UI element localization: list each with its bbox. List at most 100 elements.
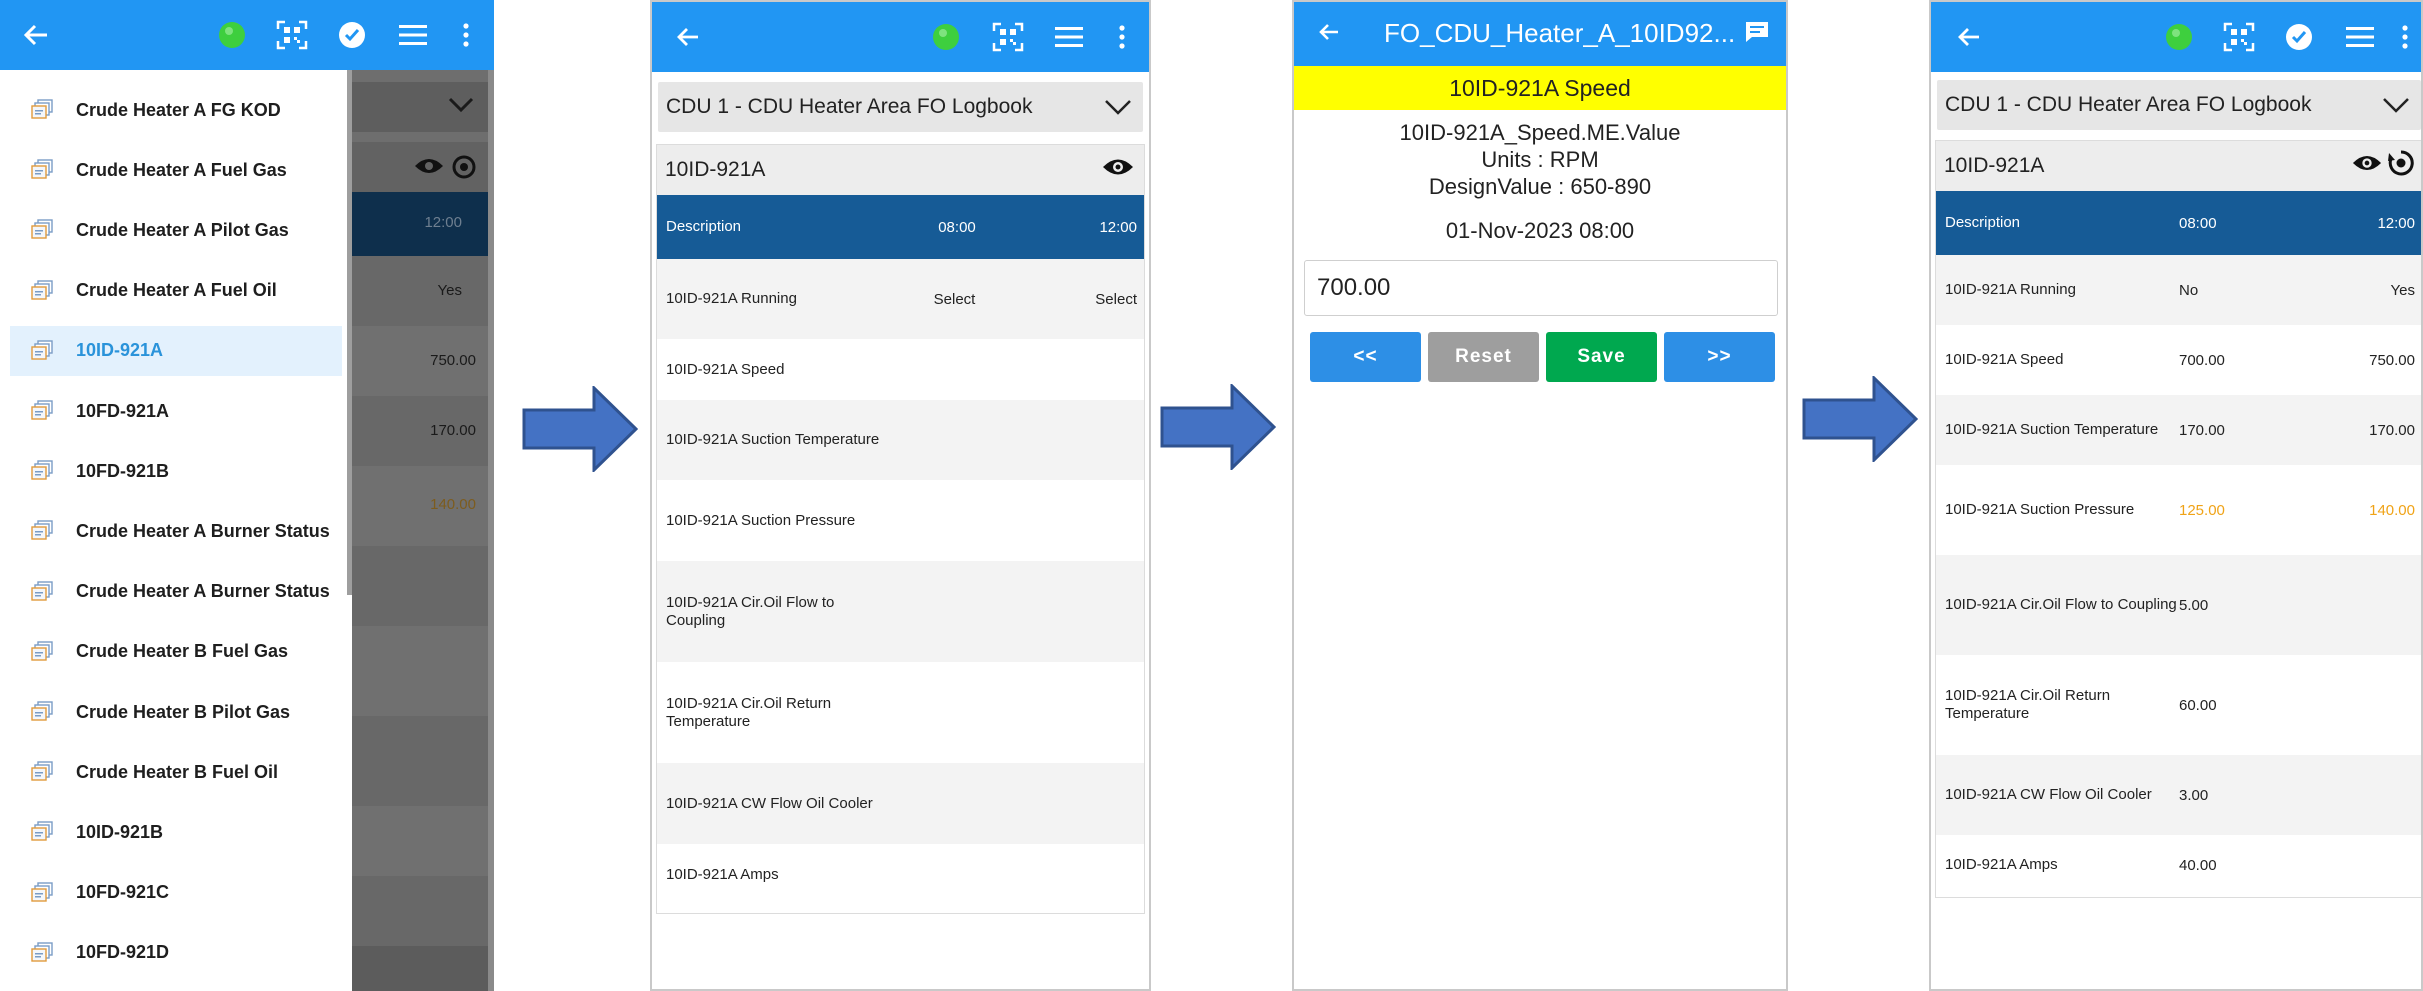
document-stack-icon (10, 459, 76, 483)
table-row[interactable]: 10ID-921A Cir.Oil Return Temperature 60.0… (1936, 655, 2421, 755)
flow-right-arrow-icon (522, 384, 639, 477)
logbook-dropdown[interactable]: CDU 1 - CDU Heater Area FO Logbook (1937, 80, 2421, 130)
drawer-item[interactable]: Crude Heater A Pilot Gas (10, 205, 342, 255)
drawer-item[interactable]: 10ID-921B (10, 807, 342, 857)
sync-gear-icon[interactable] (2388, 150, 2414, 182)
row-value-08[interactable]: 40.00 (2179, 857, 2259, 874)
drawer-item[interactable]: Crude Heater A Fuel Oil (10, 266, 342, 316)
eye-icon[interactable] (2352, 152, 2382, 180)
hamburger-menu-icon[interactable] (1052, 2, 1086, 72)
row-value-12[interactable]: Select (1022, 291, 1137, 308)
row-description: 10ID-921A CW Flow Oil Cooler (666, 794, 873, 812)
table-row[interactable]: 10ID-921A Cir.Oil Return Temperature (657, 662, 1144, 763)
row-value-08[interactable]: No (2179, 282, 2259, 299)
drawer-item[interactable]: 10FD-921C (10, 868, 342, 918)
table-row[interactable]: 10ID-921A Running No Yes (1936, 255, 2421, 325)
reset-button[interactable]: Reset (1428, 332, 1539, 382)
back-arrow-icon[interactable] (1951, 2, 1987, 72)
reading-datetime: 01-Nov-2023 08:00 (1445, 218, 1635, 243)
table-row[interactable]: 10ID-921A Running Select Select (657, 259, 1144, 339)
drawer-scrollbar[interactable] (347, 70, 352, 595)
table-row[interactable]: 10ID-921A Suction Pressure 125.00 140.00 (1936, 465, 2421, 555)
row-value-08[interactable]: 700.00 (2179, 352, 2259, 369)
hamburger-menu-icon[interactable] (2343, 2, 2377, 72)
table-row[interactable]: 10ID-921A Amps 40.00 (1936, 835, 2421, 895)
drawer-item[interactable]: Crude Heater A Burner Status (10, 506, 342, 556)
row-description: 10ID-921A Speed (666, 360, 785, 378)
comment-icon[interactable] (1740, 2, 1774, 62)
more-vertical-icon[interactable] (1112, 2, 1132, 72)
document-stack-icon (10, 881, 76, 905)
table-row[interactable]: 10ID-921A CW Flow Oil Cooler (657, 763, 1144, 844)
drawer-item[interactable]: Crude Heater A FG KOD (10, 85, 342, 135)
document-stack-icon (10, 580, 76, 604)
value-input[interactable]: 700.00 (1304, 260, 1778, 316)
table-row[interactable]: 10ID-921A Cir.Oil Flow to Coupling (657, 561, 1144, 662)
screen-logbook-filled: CDU 1 - CDU Heater Area FO Logbook 10ID-… (1929, 0, 2423, 991)
row-value-08[interactable]: 60.00 (2179, 697, 2259, 714)
table-row[interactable]: 10ID-921A Suction Temperature 170.00 170.0… (1936, 395, 2421, 465)
table-row[interactable]: 10ID-921A Suction Temperature (657, 400, 1144, 480)
row-value-08[interactable]: 3.00 (2179, 787, 2259, 804)
dimmed-value: 140.00 (430, 496, 476, 513)
save-button[interactable]: Save (1546, 332, 1657, 382)
hamburger-menu-icon[interactable] (396, 0, 430, 70)
dimmed-row (352, 546, 488, 626)
drawer-item[interactable]: Crude Heater B Pilot Gas (10, 687, 342, 737)
table-row[interactable]: 10ID-921A Amps (657, 844, 1144, 905)
header-description: Description (1945, 214, 2021, 231)
drawer-item[interactable]: 10FD-921D (10, 928, 342, 978)
more-vertical-icon[interactable] (456, 0, 476, 70)
check-circle-icon[interactable] (2283, 2, 2315, 72)
back-arrow-icon[interactable] (1312, 2, 1346, 62)
qr-code-icon[interactable] (274, 0, 310, 70)
logbook-dropdown[interactable]: CDU 1 - CDU Heater Area FO Logbook (658, 82, 1143, 132)
drawer-item[interactable]: 10ID-921A (10, 325, 342, 376)
back-arrow-icon[interactable] (14, 0, 58, 70)
drawer-item[interactable]: 10FD-921A (10, 386, 342, 436)
drawer-item[interactable]: Crude Heater A Burner Status (10, 567, 342, 617)
row-value-08[interactable]: 125.00 (2179, 502, 2259, 519)
row-value-08[interactable]: 170.00 (2179, 422, 2259, 439)
parameter-units: Units : RPM (1481, 147, 1599, 172)
back-arrow-icon[interactable] (668, 2, 708, 72)
app-bar: FO_CDU_Heater_A_10ID92... (1294, 2, 1786, 66)
screen-logbook-empty: CDU 1 - CDU Heater Area FO Logbook 10ID-… (650, 0, 1151, 991)
dimmed-logbook-background[interactable]: 12:00 Yes 750.00 170.00 140.00 (352, 70, 494, 991)
table-row[interactable]: 10ID-921A CW Flow Oil Cooler 3.00 (1936, 755, 2421, 835)
table-row[interactable]: 10ID-921A Cir.Oil Flow to Coupling 5.00 (1936, 555, 2421, 655)
dimmed-row: 170.00 (352, 396, 488, 466)
drawer-item[interactable]: Crude Heater B Fuel Gas (10, 627, 342, 677)
row-value-12[interactable]: 170.00 (2259, 422, 2415, 439)
dimmed-row (352, 716, 488, 806)
previous-button[interactable]: << (1310, 332, 1421, 382)
qr-code-icon[interactable] (990, 2, 1026, 72)
drawer-item[interactable]: 10FD-921B (10, 446, 342, 496)
drawer-item-label: Crude Heater A Burner Status (76, 520, 330, 541)
flow-right-arrow-icon (1160, 382, 1277, 475)
drawer-item[interactable]: Crude Heater B Fuel Oil (10, 747, 342, 797)
screen-drawer-menu: 12:00 Yes 750.00 170.00 140.00 Crude Hea… (0, 0, 494, 991)
next-button[interactable]: >> (1664, 332, 1775, 382)
drawer-item[interactable]: Crude Heater A Fuel Gas (10, 145, 342, 195)
row-value-08[interactable]: Select (887, 291, 1022, 308)
row-value-12[interactable]: Yes (2259, 282, 2415, 299)
table-row[interactable]: 10ID-921A Suction Pressure (657, 480, 1144, 561)
row-value-08[interactable]: 5.00 (2179, 597, 2259, 614)
row-value-12[interactable]: 750.00 (2259, 352, 2415, 369)
drawer-item-label: Crude Heater A FG KOD (76, 99, 281, 120)
check-circle-icon[interactable] (336, 0, 368, 70)
more-vertical-icon[interactable] (2395, 2, 2415, 72)
logbook-dropdown-label: CDU 1 - CDU Heater Area FO Logbook (666, 95, 1033, 118)
table-row[interactable]: 10ID-921A Speed (657, 339, 1144, 400)
equipment-card-header: 10ID-921A (657, 145, 1144, 195)
document-stack-icon (10, 98, 76, 122)
row-description: 10ID-921A Suction Pressure (666, 511, 856, 529)
eye-icon[interactable] (1102, 156, 1134, 184)
row-value-12[interactable]: 140.00 (2259, 502, 2415, 519)
table-row[interactable]: 10ID-921A Speed 700.00 750.00 (1936, 325, 2421, 395)
row-description: 10ID-921A Cir.Oil Flow to Coupling (1945, 596, 2177, 613)
qr-code-icon[interactable] (2221, 2, 2257, 72)
equipment-name: 10ID-921A (665, 158, 766, 181)
eye-icon (414, 156, 444, 181)
